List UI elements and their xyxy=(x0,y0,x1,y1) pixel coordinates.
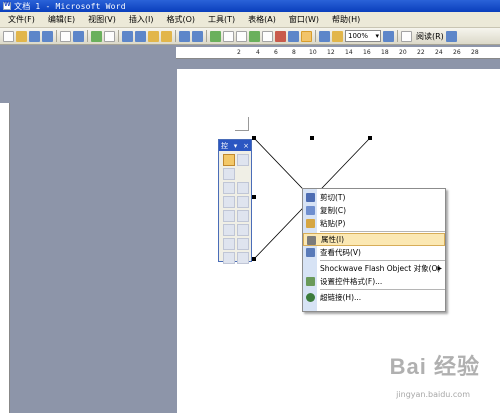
option-button-icon[interactable] xyxy=(237,196,249,208)
menu-item-properties[interactable]: 属性(I) xyxy=(303,233,445,246)
menu-separator xyxy=(320,260,445,261)
context-menu: 剪切(T) 复制(C) 粘贴(P) 属性(I) 查看代码(V) Shockwav… xyxy=(302,188,446,312)
menu-item-hyperlink[interactable]: 超链接(H)... xyxy=(303,291,445,304)
menu-item-view-code[interactable]: 查看代码(V) xyxy=(303,246,445,259)
properties-icon xyxy=(307,236,316,245)
button-control-icon[interactable] xyxy=(223,196,235,208)
textbox-control-icon[interactable] xyxy=(237,182,249,194)
menu-item-flash-object[interactable]: Shockwave Flash Object 对象(O) ▶ xyxy=(303,262,445,275)
toolbox-spacer xyxy=(237,168,249,180)
scrollbar-control-icon[interactable] xyxy=(223,238,235,250)
label-control-icon[interactable] xyxy=(237,238,249,250)
menu-separator xyxy=(320,289,445,290)
menu-item-label: 超链接(H)... xyxy=(320,293,362,302)
watermark-brand: Bai 经验 xyxy=(389,354,480,379)
paste-icon xyxy=(306,219,315,228)
toolbox-titlebar[interactable]: 控 ▾ × xyxy=(219,140,251,151)
menu-item-format-control[interactable]: 设置控件格式(F)... xyxy=(303,275,445,288)
format-control-icon xyxy=(306,277,315,286)
properties-icon[interactable] xyxy=(237,154,249,166)
listbox-control-icon[interactable] xyxy=(223,210,235,222)
design-mode-icon[interactable] xyxy=(223,154,235,166)
menu-item-label: 剪切(T) xyxy=(320,193,346,202)
menu-item-label: 查看代码(V) xyxy=(320,248,361,257)
view-code-icon xyxy=(306,248,315,257)
menu-item-label: Shockwave Flash Object 对象(O) xyxy=(320,264,441,273)
scissors-icon xyxy=(306,193,315,202)
menu-separator xyxy=(320,231,445,232)
spin-button-icon[interactable] xyxy=(237,224,249,236)
close-icon[interactable]: × xyxy=(243,142,249,150)
menu-item-copy[interactable]: 复制(C) xyxy=(303,204,445,217)
menu-item-label: 属性(I) xyxy=(321,235,345,244)
menu-item-label: 复制(C) xyxy=(320,206,347,215)
submenu-arrow-icon: ▶ xyxy=(437,265,442,272)
menu-item-cut[interactable]: 剪切(T) xyxy=(303,191,445,204)
watermark-url: jingyan.baidu.com xyxy=(396,390,470,399)
more-controls-icon[interactable] xyxy=(237,252,249,264)
hyperlink-icon xyxy=(306,293,315,302)
toolbox-menu-icon[interactable]: ▾ xyxy=(234,142,238,150)
menu-item-paste[interactable]: 粘贴(P) xyxy=(303,217,445,230)
view-code-icon[interactable] xyxy=(223,168,235,180)
control-toolbox[interactable]: 控 ▾ × xyxy=(218,139,252,264)
toolbox-title: 控 xyxy=(221,141,228,150)
menu-item-label: 粘贴(P) xyxy=(320,219,346,228)
copy-icon xyxy=(306,206,315,215)
toolbox-grid xyxy=(219,151,251,267)
image-control-icon[interactable] xyxy=(223,252,235,264)
menu-item-label: 设置控件格式(F)... xyxy=(320,277,383,286)
toggle-button-icon[interactable] xyxy=(223,224,235,236)
combobox-control-icon[interactable] xyxy=(237,210,249,222)
checkbox-control-icon[interactable] xyxy=(223,182,235,194)
